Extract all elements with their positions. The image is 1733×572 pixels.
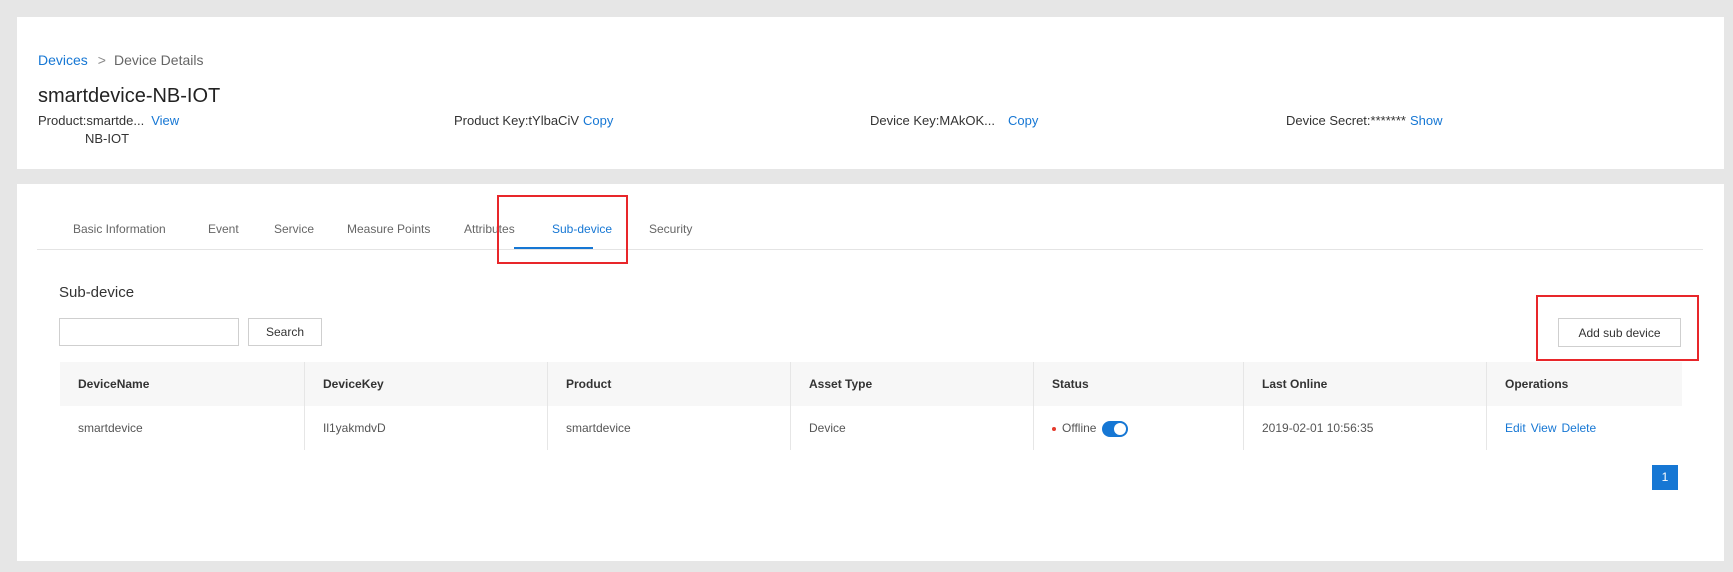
add-button-highlight-box bbox=[1536, 295, 1699, 361]
breadcrumb: Devices > Device Details bbox=[38, 52, 203, 68]
status-text: Offline bbox=[1062, 421, 1097, 435]
section-title: Sub-device bbox=[59, 284, 135, 301]
col-header-asset-type: Asset Type bbox=[790, 362, 1033, 406]
device-key-copy-link[interactable]: Copy bbox=[1008, 113, 1038, 128]
offline-status-dot bbox=[1052, 426, 1056, 431]
cell-device-key: Il1yakmdvD bbox=[304, 406, 547, 450]
device-secret-show-link[interactable]: Show bbox=[1410, 113, 1443, 128]
tab-measure-points[interactable]: Measure Points bbox=[347, 222, 430, 236]
product-label-line2: NB-IOT bbox=[85, 131, 130, 146]
pagination-page-button[interactable]: 1 bbox=[1652, 465, 1678, 490]
tab-bar: Basic Information Event Service Measure … bbox=[37, 184, 1703, 250]
sub-device-card: Basic Information Event Service Measure … bbox=[17, 184, 1724, 561]
toggle-knob bbox=[1114, 422, 1127, 435]
tab-basic-information[interactable]: Basic Information bbox=[73, 222, 166, 236]
device-key-meta: Device Key:MAkOK... Copy bbox=[870, 113, 1038, 128]
tab-event[interactable]: Event bbox=[208, 222, 239, 236]
device-header-card: Devices > Device Details smartdevice-NB-IO… bbox=[17, 17, 1724, 169]
view-link[interactable]: View bbox=[1531, 421, 1557, 435]
delete-link[interactable]: Delete bbox=[1561, 421, 1596, 435]
product-key-label: Product Key:tYlbaCiV bbox=[454, 113, 580, 128]
device-secret-meta: Device Secret:******* Show bbox=[1286, 113, 1442, 128]
product-key-copy-link[interactable]: Copy bbox=[583, 113, 613, 128]
col-header-product: Product bbox=[547, 362, 790, 406]
cell-operations: Edit View Delete bbox=[1486, 406, 1682, 450]
breadcrumb-current: Device Details bbox=[113, 52, 204, 68]
product-label: Product:smartde... bbox=[38, 113, 145, 128]
search-input[interactable] bbox=[59, 318, 239, 346]
device-key-label: Device Key:MAkOK... bbox=[870, 113, 995, 128]
tab-highlight-box bbox=[497, 195, 628, 264]
cell-status: Offline bbox=[1033, 406, 1243, 450]
col-header-status: Status bbox=[1033, 362, 1243, 406]
cell-asset-type: Device bbox=[790, 406, 1033, 450]
cell-device-name: smartdevice bbox=[78, 421, 143, 435]
enable-toggle[interactable] bbox=[1102, 420, 1129, 437]
product-key-meta: Product Key:tYlbaCiV Copy bbox=[454, 113, 613, 128]
breadcrumb-separator: > bbox=[97, 52, 106, 68]
product-view-link[interactable]: View bbox=[151, 113, 179, 128]
table-row: smartdevice Il1yakmdvD smartdevice Devic… bbox=[60, 406, 1682, 450]
page-title: smartdevice-NB-IOT bbox=[38, 85, 221, 107]
col-header-operations: Operations bbox=[1486, 362, 1682, 406]
sub-device-table: DeviceName DeviceKey Product Asset Type … bbox=[60, 362, 1682, 450]
tab-security[interactable]: Security bbox=[649, 222, 692, 236]
tab-service[interactable]: Service bbox=[274, 222, 314, 236]
col-header-last-online: Last Online bbox=[1243, 362, 1486, 406]
cell-product: smartdevice bbox=[547, 406, 790, 450]
cell-last-online: 2019-02-01 10:56:35 bbox=[1243, 406, 1486, 450]
search-button[interactable]: Search bbox=[248, 318, 322, 346]
edit-link[interactable]: Edit bbox=[1505, 421, 1526, 435]
product-meta: Product:smartde... View bbox=[38, 113, 179, 128]
col-header-device-name: DeviceName bbox=[78, 377, 150, 391]
col-header-device-key: DeviceKey bbox=[304, 362, 547, 406]
table-header: DeviceName DeviceKey Product Asset Type … bbox=[60, 362, 1682, 406]
breadcrumb-devices-link[interactable]: Devices bbox=[38, 52, 88, 68]
device-secret-label: Device Secret:******* bbox=[1286, 113, 1406, 128]
